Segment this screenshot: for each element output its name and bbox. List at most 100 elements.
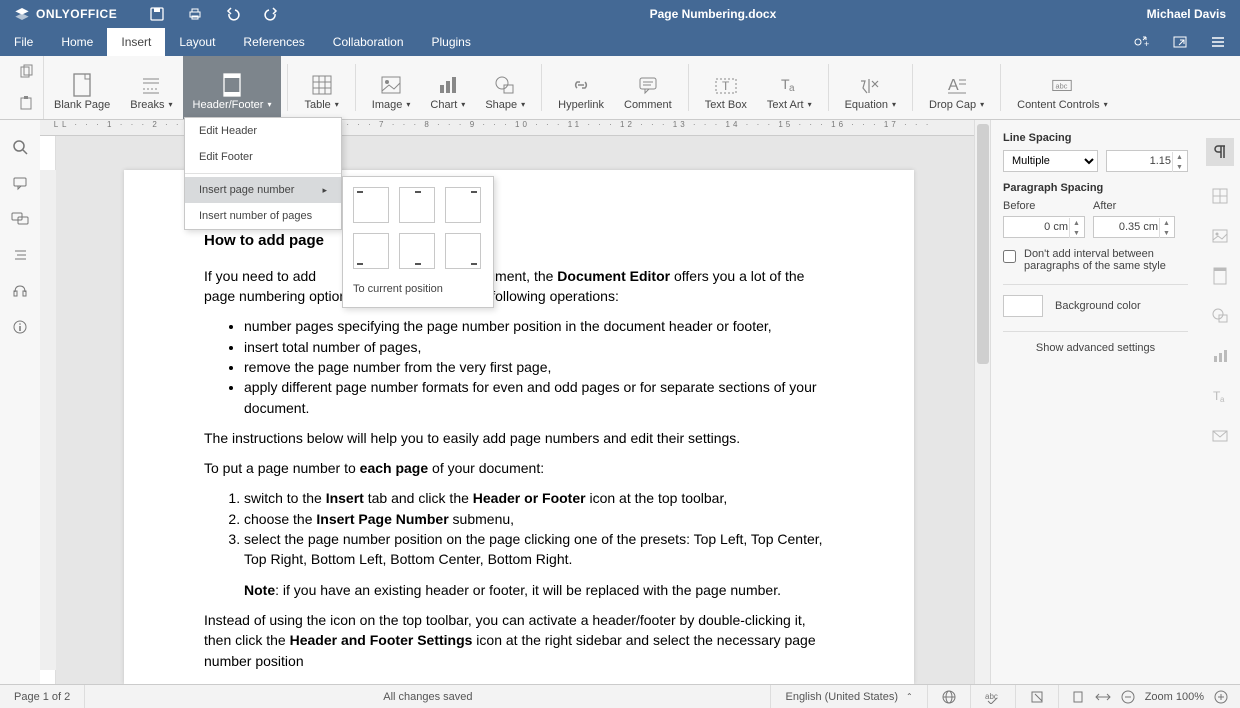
print-icon[interactable] (187, 6, 203, 22)
fit-width-icon[interactable] (1095, 690, 1111, 704)
dont-add-interval-input[interactable] (1003, 250, 1016, 263)
menu-edit-footer[interactable]: Edit Footer (185, 144, 341, 170)
horizontal-ruler[interactable]: LL · · · 1 · · · 2 · · · 3 · · · 4 · · ·… (40, 120, 990, 136)
mail-merge-icon[interactable] (1210, 426, 1230, 446)
menu-insert-page-number[interactable]: Insert page number▸ (185, 177, 341, 203)
save-icon[interactable] (149, 6, 165, 22)
tab-collaboration[interactable]: Collaboration (319, 28, 418, 56)
redo-icon[interactable] (263, 6, 279, 22)
breaks-icon (139, 73, 163, 97)
shape-icon (493, 73, 517, 97)
zoom-in-icon[interactable] (1214, 690, 1228, 704)
menu-icon[interactable] (1210, 34, 1226, 50)
advanced-settings-link[interactable]: Show advanced settings (1003, 342, 1188, 354)
status-set-lang-icon[interactable] (928, 685, 971, 708)
doc-para: If you need to add ument, the Document E… (204, 266, 834, 307)
line-spacing-value[interactable]: 1.15▲▼ (1106, 150, 1188, 172)
share-icon[interactable]: + (1132, 34, 1150, 50)
dont-add-interval-checkbox[interactable]: Don't add interval between paragraphs of… (1003, 248, 1188, 272)
paragraph-spacing-label: Paragraph Spacing (1003, 182, 1188, 194)
hyperlink-button[interactable]: Hyperlink (548, 56, 614, 119)
paste-icon[interactable] (18, 95, 34, 111)
chart-button[interactable]: Chart▾ (420, 56, 475, 119)
search-icon[interactable] (11, 138, 29, 156)
drop-cap-button[interactable]: A Drop Cap▾ (919, 56, 994, 119)
spacing-before[interactable]: 0 cm▲▼ (1003, 216, 1085, 238)
line-spacing-label: Line Spacing (1003, 132, 1188, 144)
comments-panel-icon[interactable] (11, 174, 29, 192)
svg-text:a: a (1220, 395, 1225, 404)
pos-top-right[interactable] (445, 187, 481, 223)
doc-ordered-list: switch to the Insert tab and click the H… (244, 488, 834, 569)
zoom-level[interactable]: Zoom 100% (1145, 691, 1204, 703)
equation-button[interactable]: Equation▾ (835, 56, 906, 119)
doc-para: Instead of using the icon on the top too… (204, 610, 834, 671)
about-icon[interactable] (11, 318, 29, 336)
comment-button[interactable]: Comment (614, 56, 682, 119)
spacing-after[interactable]: 0.35 cm▲▼ (1093, 216, 1175, 238)
chart-icon (436, 73, 460, 97)
document-page[interactable]: How to add page If you need to add ument… (124, 170, 914, 684)
blank-page-icon (70, 73, 94, 97)
doc-bullet-list: number pages specifying the page number … (244, 316, 834, 417)
shape-settings-icon[interactable] (1210, 306, 1230, 326)
menu-insert-number-of-pages[interactable]: Insert number of pages (185, 203, 341, 229)
page-number-position-submenu: To current position (342, 176, 494, 308)
pos-bottom-center[interactable] (399, 233, 435, 269)
undo-icon[interactable] (225, 6, 241, 22)
open-location-icon[interactable] (1172, 34, 1188, 50)
tab-references[interactable]: References (229, 28, 318, 56)
tab-plugins[interactable]: Plugins (418, 28, 485, 56)
header-footer-settings-icon[interactable] (1210, 266, 1230, 286)
image-settings-icon[interactable] (1210, 226, 1230, 246)
hyperlink-icon (569, 73, 593, 97)
bg-color-swatch[interactable] (1003, 295, 1043, 317)
text-art-button[interactable]: Ta Text Art▾ (757, 56, 822, 119)
breaks-button[interactable]: Breaks▾ (120, 56, 182, 119)
vertical-scrollbar[interactable] (974, 120, 990, 684)
shape-button[interactable]: Shape▾ (475, 56, 535, 119)
to-current-position[interactable]: To current position (353, 281, 483, 297)
text-art-settings-icon[interactable]: Ta (1210, 386, 1230, 406)
feedback-icon[interactable] (11, 282, 29, 300)
status-page[interactable]: Page 1 of 2 (0, 685, 85, 708)
menu-edit-header[interactable]: Edit Header (185, 118, 341, 144)
text-art-icon: Ta (777, 73, 801, 97)
line-spacing-mode[interactable]: Multiple (1003, 150, 1098, 172)
vertical-ruler[interactable] (40, 136, 56, 684)
status-track-changes-icon[interactable] (1016, 685, 1059, 708)
tab-home[interactable]: Home (47, 28, 107, 56)
navigation-icon[interactable] (11, 246, 29, 264)
pos-top-left[interactable] (353, 187, 389, 223)
status-spellcheck-icon[interactable]: abc (971, 685, 1016, 708)
tab-layout[interactable]: Layout (165, 28, 229, 56)
zoom-out-icon[interactable] (1121, 690, 1135, 704)
scrollbar-thumb[interactable] (977, 124, 989, 364)
status-saved: All changes saved (85, 685, 771, 708)
paragraph-settings-icon[interactable] (1206, 138, 1234, 166)
header-footer-icon (220, 73, 244, 97)
header-footer-button[interactable]: Header/Footer▾ (183, 56, 282, 119)
pos-top-center[interactable] (399, 187, 435, 223)
fit-page-icon[interactable] (1071, 690, 1085, 704)
table-button[interactable]: Table▾ (294, 56, 348, 119)
blank-page-button[interactable]: Blank Page (44, 56, 120, 119)
pos-bottom-right[interactable] (445, 233, 481, 269)
image-button[interactable]: Image▾ (362, 56, 421, 119)
content-controls-button[interactable]: abc Content Controls▾ (1007, 56, 1118, 119)
tab-insert[interactable]: Insert (107, 28, 165, 56)
status-language[interactable]: English (United States)⌃ (771, 685, 927, 708)
current-user[interactable]: Michael Davis (1147, 7, 1240, 21)
chart-settings-icon[interactable] (1210, 346, 1230, 366)
tab-file[interactable]: File (0, 28, 47, 56)
content-controls-icon: abc (1050, 73, 1074, 97)
onlyoffice-logo-icon (14, 6, 30, 22)
text-box-button[interactable]: T Text Box (695, 56, 757, 119)
paragraph-settings-panel: Line Spacing Multiple 1.15▲▼ Paragraph S… (990, 120, 1200, 684)
pos-bottom-left[interactable] (353, 233, 389, 269)
chat-icon[interactable] (11, 210, 29, 228)
copy-icon[interactable] (18, 64, 34, 80)
right-tool-rail: Ta (1200, 120, 1240, 684)
doc-heading: How to add page (204, 230, 834, 252)
table-settings-icon[interactable] (1210, 186, 1230, 206)
